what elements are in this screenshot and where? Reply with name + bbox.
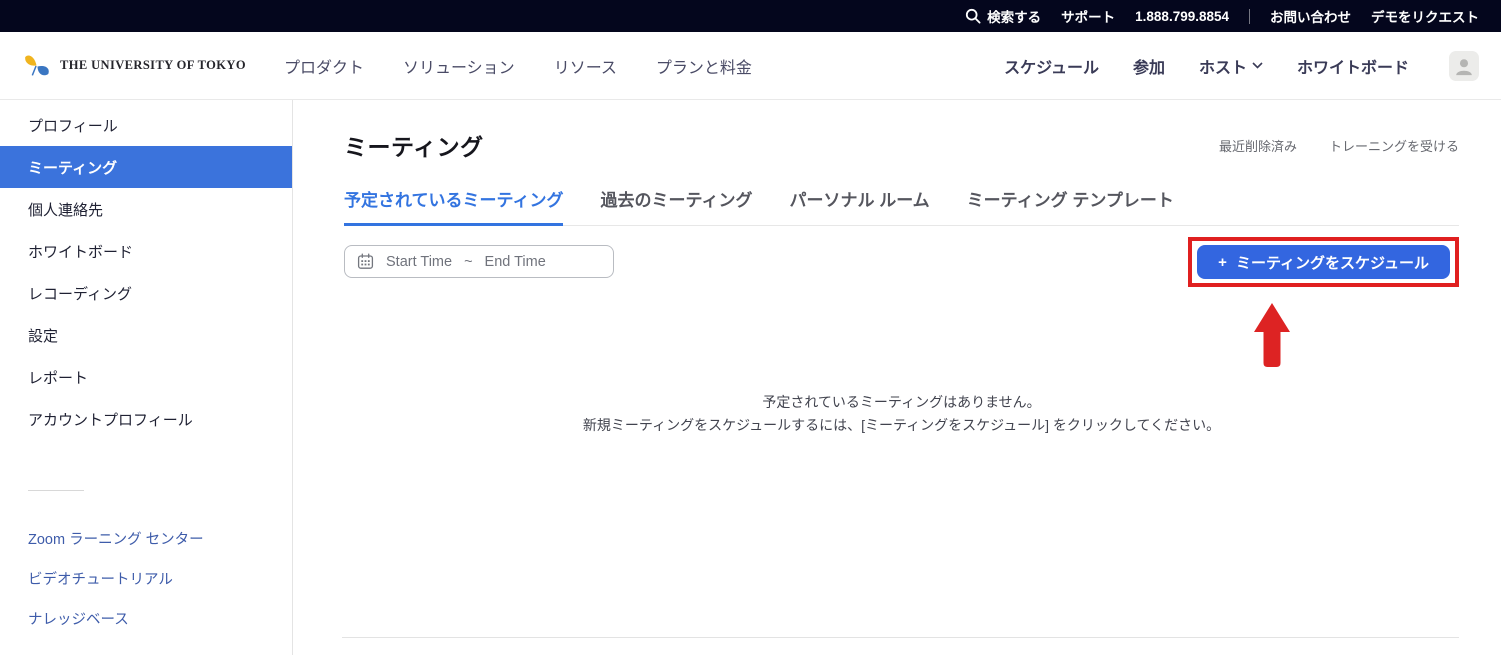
- user-icon: [1453, 55, 1475, 77]
- sidebar-item-meetings[interactable]: ミーティング: [0, 146, 292, 188]
- annotation-highlight-box: + ミーティングをスケジュール: [1188, 237, 1459, 287]
- nav-plans-pricing[interactable]: プランと料金: [656, 54, 752, 78]
- sidebar: プロフィール ミーティング 個人連絡先 ホワイトボード レコーディング 設定 レ…: [0, 100, 293, 655]
- start-time-input[interactable]: Start Time: [386, 254, 452, 270]
- schedule-meeting-button[interactable]: + ミーティングをスケジュール: [1197, 245, 1450, 279]
- sidebar-item-recordings[interactable]: レコーディング: [0, 272, 292, 314]
- tab-past-meetings[interactable]: 過去のミーティング: [600, 186, 752, 226]
- topbar-request-demo-link[interactable]: デモをリクエスト: [1371, 6, 1479, 26]
- action-whiteboard[interactable]: ホワイトボード: [1297, 54, 1409, 78]
- sidebar-item-personal-contacts[interactable]: 個人連絡先: [0, 188, 292, 230]
- title-row: ミーティング 最近削除済み トレーニングを受ける: [344, 128, 1459, 162]
- topbar-contact-link[interactable]: お問い合わせ: [1270, 6, 1351, 26]
- sidebar-divider: [28, 490, 84, 491]
- nav-resources[interactable]: リソース: [554, 54, 617, 78]
- page-body: プロフィール ミーティング 個人連絡先 ホワイトボード レコーディング 設定 レ…: [0, 100, 1501, 655]
- tab-personal-room[interactable]: パーソナル ルーム: [789, 186, 929, 226]
- topbar-divider: [1249, 9, 1250, 24]
- sidebar-item-settings[interactable]: 設定: [0, 314, 292, 356]
- main-content: ミーティング 最近削除済み トレーニングを受ける 予定されているミーティング 過…: [293, 100, 1501, 655]
- action-schedule[interactable]: スケジュール: [1004, 54, 1099, 78]
- action-host-label: ホスト: [1199, 54, 1247, 78]
- empty-state-line1: 予定されているミーティングはありません。: [344, 391, 1459, 414]
- schedule-meeting-button-label: ミーティングをスケジュール: [1236, 252, 1429, 273]
- meetings-tabs: 予定されているミーティング 過去のミーティング パーソナル ルーム ミーティング…: [344, 186, 1459, 226]
- tab-upcoming-meetings[interactable]: 予定されているミーティング: [344, 186, 563, 226]
- empty-state-line2: 新規ミーティングをスケジュールするには、[ミーティングをスケジュール] をクリッ…: [344, 414, 1459, 437]
- main-nav: プロダクト ソリューション リソース プランと料金: [284, 54, 752, 78]
- search-button[interactable]: 検索する: [965, 6, 1041, 26]
- empty-state: 予定されているミーティングはありません。 新規ミーティングをスケジュールするには…: [344, 391, 1459, 437]
- page-title: ミーティング: [344, 128, 484, 162]
- topbar-phone[interactable]: 1.888.799.8854: [1135, 9, 1229, 24]
- header: THE UNIVERSITY OF TOKYO プロダクト ソリューション リソ…: [0, 32, 1501, 100]
- header-actions: スケジュール 参加 ホスト ホワイトボード: [1004, 51, 1479, 81]
- content-bottom-divider: [342, 637, 1459, 638]
- nav-solutions[interactable]: ソリューション: [403, 54, 515, 78]
- sidebar-link-knowledge-base[interactable]: ナレッジベース: [0, 599, 292, 639]
- sidebar-item-profile[interactable]: プロフィール: [0, 104, 292, 146]
- date-range-separator: ~: [464, 254, 472, 270]
- tab-meeting-templates[interactable]: ミーティング テンプレート: [967, 186, 1174, 226]
- avatar[interactable]: [1449, 51, 1479, 81]
- title-links: 最近削除済み トレーニングを受ける: [1219, 136, 1459, 155]
- topbar: 検索する サポート 1.888.799.8854 お問い合わせ デモをリクエスト: [0, 0, 1501, 32]
- sidebar-item-account-profile[interactable]: アカウントプロフィール: [0, 398, 292, 440]
- nav-products[interactable]: プロダクト: [284, 54, 364, 78]
- plus-icon: +: [1218, 254, 1227, 271]
- annotation-arrow-up: [1253, 303, 1291, 367]
- search-label: 検索する: [987, 6, 1041, 26]
- filter-row: Start Time ~ End Time + ミーティングをスケジュール: [344, 245, 1459, 287]
- topbar-support-link[interactable]: サポート: [1061, 6, 1115, 26]
- sidebar-link-learning-center[interactable]: Zoom ラーニング センター: [0, 519, 292, 559]
- calendar-icon: [357, 253, 374, 270]
- ginkgo-leaf-icon: [22, 51, 52, 81]
- sidebar-item-reports[interactable]: レポート: [0, 356, 292, 398]
- university-logo[interactable]: THE UNIVERSITY OF TOKYO: [22, 51, 246, 81]
- date-range-picker[interactable]: Start Time ~ End Time: [344, 245, 614, 278]
- sidebar-item-whiteboard[interactable]: ホワイトボード: [0, 230, 292, 272]
- action-join[interactable]: 参加: [1133, 54, 1165, 78]
- get-training-link[interactable]: トレーニングを受ける: [1329, 136, 1459, 155]
- action-host[interactable]: ホスト: [1199, 54, 1263, 78]
- recently-deleted-link[interactable]: 最近削除済み: [1219, 136, 1297, 155]
- search-icon: [965, 8, 981, 24]
- sidebar-link-video-tutorials[interactable]: ビデオチュートリアル: [0, 559, 292, 599]
- chevron-down-icon: [1252, 62, 1263, 69]
- end-time-input[interactable]: End Time: [485, 254, 546, 270]
- logo-text: THE UNIVERSITY OF TOKYO: [60, 58, 246, 73]
